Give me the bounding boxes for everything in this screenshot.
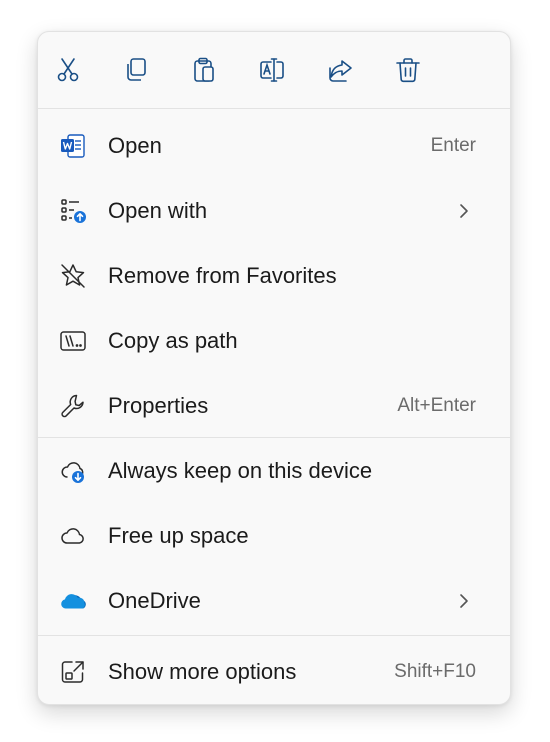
- menu-divider: [38, 437, 510, 438]
- menu-item-label: Open: [108, 133, 162, 158]
- menu-item-label: Show more options: [108, 659, 297, 684]
- menu-divider: [38, 108, 510, 109]
- copy-icon: [127, 58, 146, 81]
- menu-item-label: Copy as path: [108, 328, 238, 353]
- wrench-icon: [58, 391, 88, 421]
- menu-divider: [38, 635, 510, 636]
- keyboard-shortcut: Enter: [430, 135, 476, 156]
- word-document-icon: [58, 131, 88, 161]
- menu-item-onedrive[interactable]: OneDrive: [46, 573, 502, 629]
- cloud-icon: [58, 521, 88, 551]
- cloud-download-icon: [58, 456, 88, 486]
- onedrive-icon: [58, 586, 88, 616]
- menu-item-copy-as-path[interactable]: Copy as path: [46, 313, 502, 369]
- trash-icon: [396, 58, 420, 83]
- keyboard-shortcut: Alt+Enter: [397, 395, 476, 416]
- chevron-right-icon: [460, 204, 468, 218]
- menu-item-label: Free up space: [108, 523, 249, 548]
- delete-button[interactable]: [388, 50, 428, 90]
- menu-item-label: Remove from Favorites: [108, 263, 337, 288]
- menu-item-label: OneDrive: [108, 588, 201, 613]
- menu-item-properties[interactable]: Properties Alt+Enter: [46, 378, 502, 434]
- clipboard-icon: [194, 57, 214, 82]
- copy-button[interactable]: [116, 50, 156, 90]
- menu-item-free-up-space[interactable]: Free up space: [46, 508, 502, 564]
- menu-item-open-with[interactable]: Open with: [46, 183, 502, 239]
- open-with-icon: [58, 196, 88, 226]
- share-icon: [329, 60, 352, 82]
- share-button[interactable]: [320, 50, 360, 90]
- rename-button[interactable]: [252, 50, 292, 90]
- context-menu-toolbar: [38, 32, 510, 108]
- rename-icon: [260, 58, 284, 82]
- copy-path-icon: [58, 326, 88, 356]
- show-more-icon: [58, 657, 88, 687]
- star-remove-icon: [58, 261, 88, 291]
- menu-item-label: Properties: [108, 393, 209, 418]
- menu-item-show-more-options[interactable]: Show more options Shift+F10: [46, 644, 502, 700]
- menu-item-remove-from-favorites[interactable]: Remove from Favorites: [46, 248, 502, 304]
- context-menu: Open Enter Open with Remove from Favorit…: [37, 31, 511, 705]
- menu-item-open[interactable]: Open Enter: [46, 118, 502, 174]
- paste-button[interactable]: [184, 50, 224, 90]
- scissors-icon: [57, 58, 79, 82]
- chevron-right-icon: [460, 594, 468, 608]
- menu-item-label: Always keep on this device: [108, 458, 373, 483]
- menu-item-label: Open with: [108, 198, 208, 223]
- menu-item-always-keep-on-device[interactable]: Always keep on this device: [46, 443, 502, 499]
- keyboard-shortcut: Shift+F10: [394, 661, 476, 682]
- cut-button[interactable]: [48, 50, 88, 90]
